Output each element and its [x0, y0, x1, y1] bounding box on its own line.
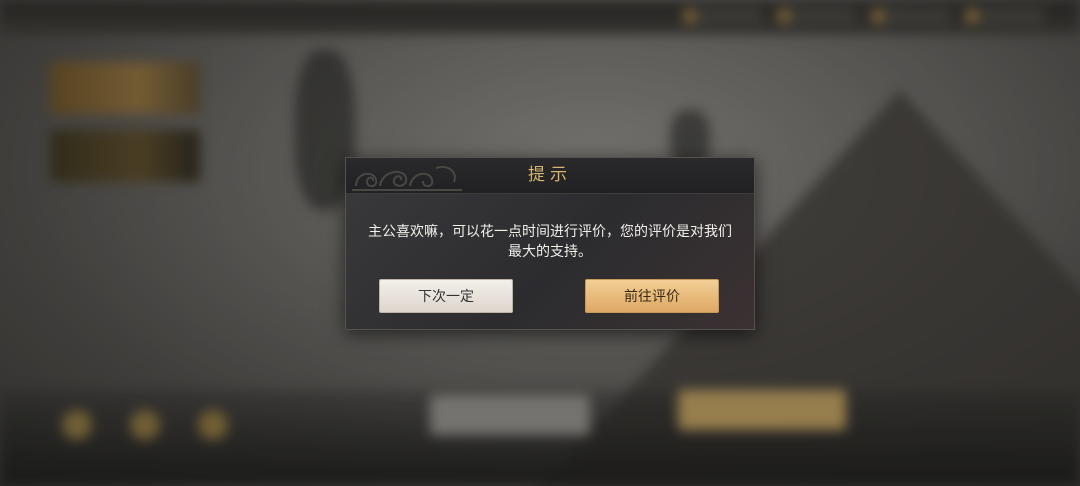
dialog-message: 主公喜欢嘛，可以花一点时间进行评价，您的评价是对我们最大的支持。 [368, 224, 732, 260]
dialog-title: 提示 [528, 165, 572, 185]
game-screen: 提示 主公喜欢嘛，可以花一点时间进行评价，您的评价是对我们最大的支持。 下次一定… [0, 0, 1080, 486]
review-prompt-dialog: 提示 主公喜欢嘛，可以花一点时间进行评价，您的评价是对我们最大的支持。 下次一定… [345, 157, 755, 330]
later-button[interactable]: 下次一定 [379, 279, 513, 313]
go-review-button[interactable]: 前往评价 [585, 279, 719, 313]
dialog-header: 提示 [346, 158, 754, 194]
